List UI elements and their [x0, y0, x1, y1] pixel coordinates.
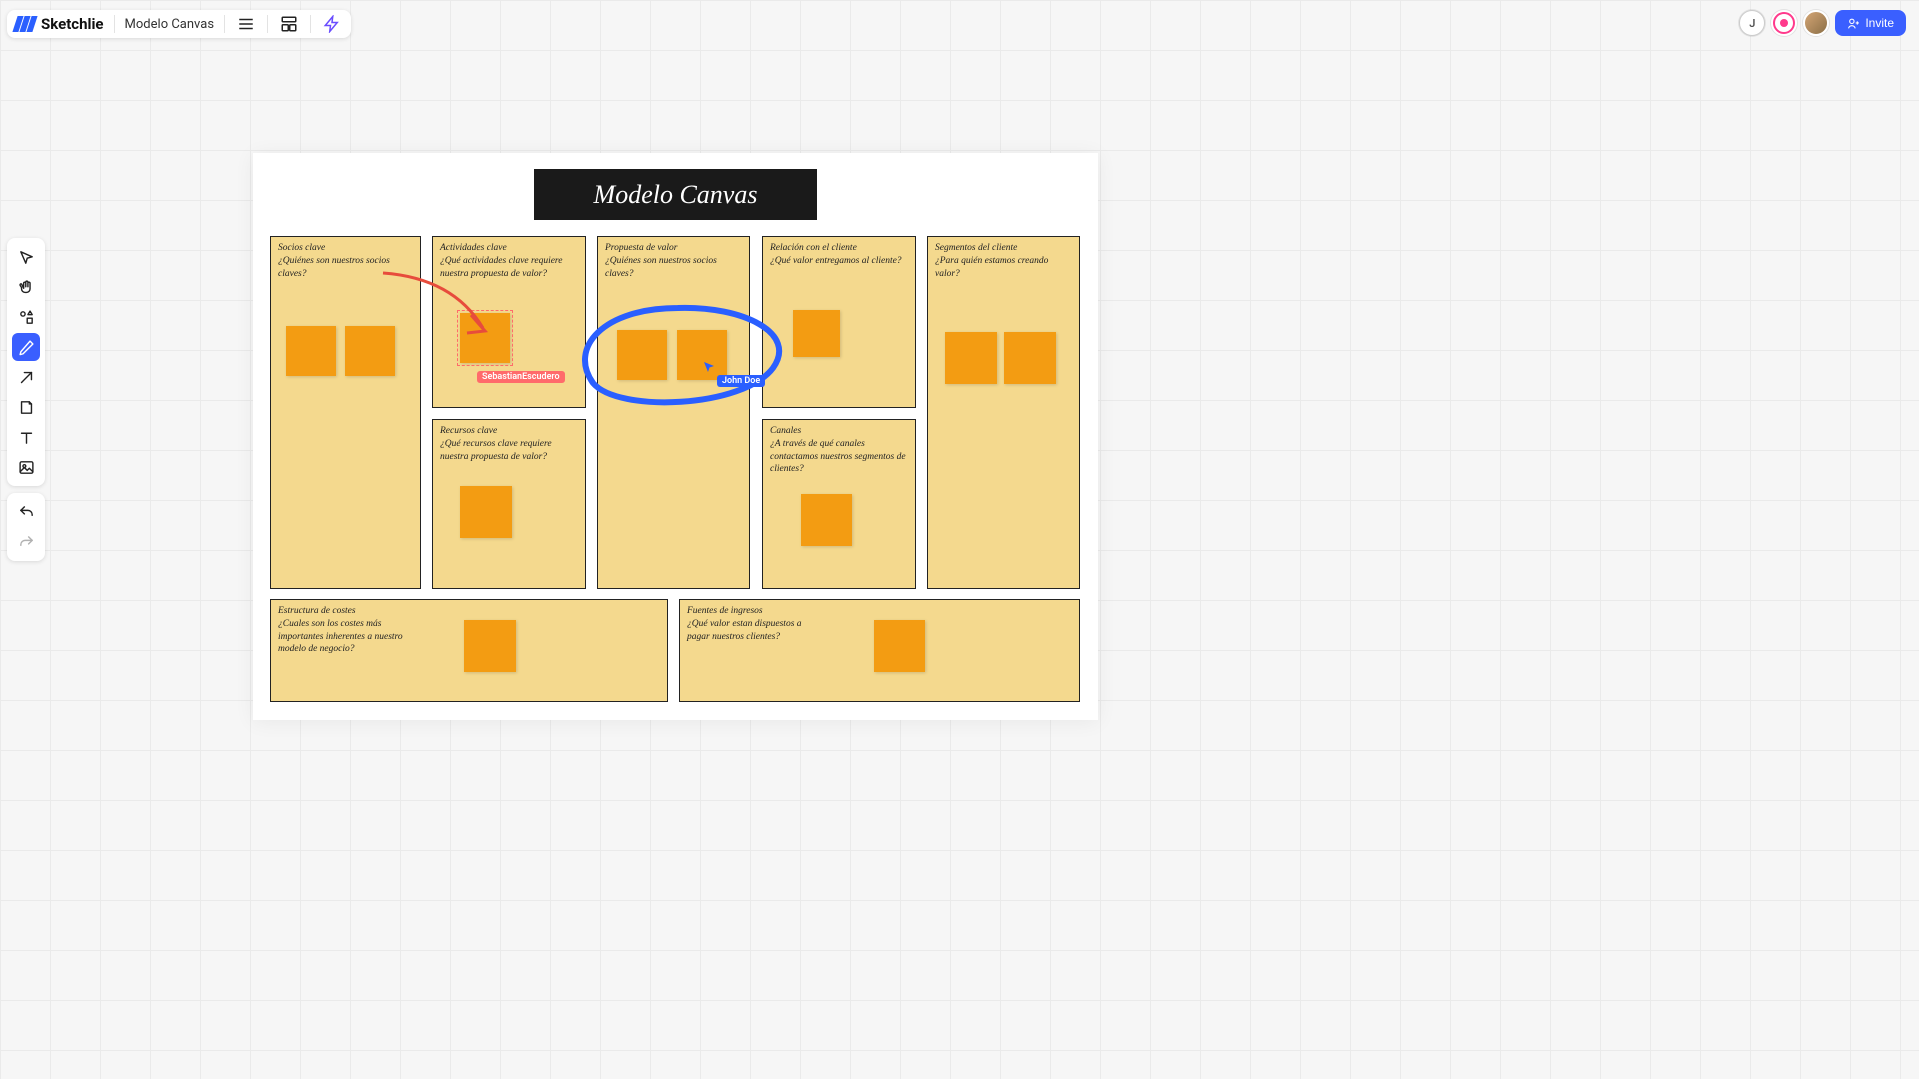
sticky-note[interactable]: [286, 326, 336, 376]
sticky-note[interactable]: [617, 330, 667, 380]
redo-button[interactable]: [12, 528, 40, 556]
avatar-user-3[interactable]: [1803, 10, 1829, 36]
card-question: ¿Qué recursos clave requiere nuestra pro…: [440, 438, 578, 464]
hand-tool[interactable]: [12, 273, 40, 301]
sticky-note[interactable]: [1004, 332, 1056, 384]
avatar-user-2[interactable]: [1771, 10, 1797, 36]
menu-icon[interactable]: [235, 13, 257, 35]
cursor-label-john: John Doe: [717, 375, 765, 387]
user-cluster: J Invite: [1739, 10, 1906, 36]
app-logo[interactable]: Sketchlie: [15, 15, 104, 33]
card-question: ¿Qué actividades clave requiere nuestra …: [440, 255, 578, 281]
toolgroup-main: [7, 238, 45, 486]
top-toolbar: Sketchlie Modelo Canvas: [7, 10, 351, 38]
card-propuesta[interactable]: Propuesta de valor ¿Quiénes son nuestros…: [597, 236, 750, 589]
card-heading: Actividades clave: [440, 242, 578, 255]
card-heading: Propuesta de valor: [605, 242, 742, 255]
sticky-note[interactable]: [345, 326, 395, 376]
divider: [267, 15, 268, 33]
arrow-tool[interactable]: [12, 363, 40, 391]
text-tool[interactable]: [12, 423, 40, 451]
divider: [224, 15, 225, 33]
undo-button[interactable]: [12, 498, 40, 526]
whiteboard-canvas[interactable]: Modelo Canvas Socios clave ¿Quiénes son …: [253, 153, 1098, 720]
bolt-icon[interactable]: [321, 13, 343, 35]
sticky-note[interactable]: [460, 486, 512, 538]
canvas-title[interactable]: Modelo Canvas: [534, 169, 817, 220]
card-question: ¿Qué valor estan dispuestos a pagar nues…: [687, 618, 817, 644]
shapes-tool[interactable]: [12, 303, 40, 331]
card-socios[interactable]: Socios clave ¿Quiénes son nuestros socio…: [270, 236, 421, 589]
note-tool[interactable]: [12, 393, 40, 421]
image-tool[interactable]: [12, 453, 40, 481]
card-question: ¿Para quién estamos creando valor?: [935, 255, 1072, 281]
card-heading: Socios clave: [278, 242, 413, 255]
sticky-note[interactable]: [945, 332, 997, 384]
card-question: ¿Quiénes son nuestros socios claves?: [278, 255, 413, 281]
pen-tool[interactable]: [12, 333, 40, 361]
sticky-note[interactable]: [464, 620, 516, 672]
card-heading: Relación con el cliente: [770, 242, 908, 255]
card-heading: Segmentos del cliente: [935, 242, 1072, 255]
card-heading: Fuentes de ingresos: [687, 605, 1072, 618]
divider: [114, 15, 115, 33]
divider: [310, 15, 311, 33]
sticky-note-selected[interactable]: [460, 313, 510, 363]
card-question: ¿Quiénes son nuestros socios claves?: [605, 255, 742, 281]
avatar-self[interactable]: J: [1739, 10, 1765, 36]
sticky-note[interactable]: [793, 310, 840, 357]
card-question: ¿A través de qué canales contactamos nue…: [770, 438, 908, 476]
sticky-note[interactable]: [874, 620, 925, 672]
card-segmentos[interactable]: Segmentos del cliente ¿Para quién estamo…: [927, 236, 1080, 589]
document-name[interactable]: Modelo Canvas: [125, 17, 214, 32]
sticky-note[interactable]: [801, 494, 852, 546]
card-question: ¿Cuales son los costes más importantes i…: [278, 618, 408, 656]
card-heading: Canales: [770, 425, 908, 438]
card-question: ¿Qué valor entregamos al cliente?: [770, 255, 908, 268]
card-heading: Recursos clave: [440, 425, 578, 438]
toolgroup-history: [7, 493, 45, 561]
app-name: Sketchlie: [41, 15, 104, 33]
layout-icon[interactable]: [278, 13, 300, 35]
cursor-label-sebastian: SebastianEscudero: [477, 371, 565, 383]
cursor-icon: [702, 360, 716, 374]
logo-mark-icon: [15, 16, 35, 32]
invite-label: Invite: [1865, 16, 1894, 30]
select-tool[interactable]: [12, 243, 40, 271]
side-toolbar: [7, 238, 45, 561]
invite-button[interactable]: Invite: [1835, 10, 1906, 36]
card-heading: Estructura de costes: [278, 605, 660, 618]
